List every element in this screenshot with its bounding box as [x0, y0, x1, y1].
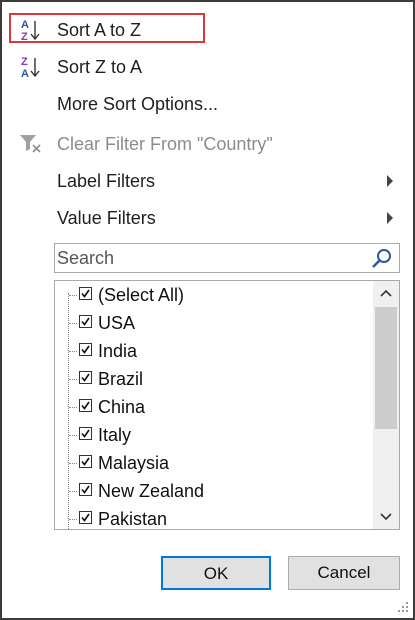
tree-connector [69, 351, 77, 352]
checkbox[interactable] [79, 427, 92, 440]
checklist-item-label: China [98, 397, 146, 417]
scroll-down-icon[interactable] [373, 505, 399, 529]
cancel-button[interactable]: Cancel [288, 556, 400, 590]
search-icon[interactable] [371, 248, 393, 270]
checklist-item-label: New Zealand [98, 481, 205, 501]
scrollbar-thumb[interactable] [375, 307, 397, 429]
checkbox[interactable] [79, 511, 92, 524]
checklist-item-label: USA [98, 313, 136, 333]
checkbox[interactable] [79, 455, 92, 468]
checkbox[interactable] [79, 399, 92, 412]
checklist-item[interactable]: USA [55, 309, 371, 337]
checkbox[interactable] [79, 315, 92, 328]
ok-button[interactable]: OK [161, 556, 271, 590]
checklist-item[interactable]: (Select All) [55, 281, 371, 309]
checkbox[interactable] [79, 483, 92, 496]
value-filters-label: Value Filters [57, 208, 156, 228]
checkbox[interactable] [79, 287, 92, 300]
filter-dropdown-panel: A Z Sort A to Z Z A Sort Z to A More Sor… [0, 0, 415, 620]
svg-text:A: A [21, 68, 29, 79]
checklist-item-label: Italy [98, 425, 132, 445]
checklist-item-label: (Select All) [98, 285, 185, 305]
menu-sort-z-to-a[interactable]: Z A Sort Z to A [4, 49, 406, 85]
sort-z-to-a-icon: Z A [18, 55, 44, 80]
vertical-scrollbar[interactable] [373, 281, 399, 529]
tree-connector [69, 407, 77, 408]
tree-connector [69, 323, 77, 324]
clear-filter-label: Clear Filter From "Country" [57, 134, 273, 154]
checklist-item-label: Pakistan [98, 509, 168, 529]
value-checklist: (Select All) USA India Brazil China Italy Mala… [54, 280, 400, 530]
checklist-item-label: Malaysia [98, 453, 170, 473]
checklist-item[interactable]: India [55, 337, 371, 365]
sort-z-to-a-label: Sort Z to A [57, 57, 143, 77]
checklist-item[interactable]: China [55, 393, 371, 421]
checklist-item[interactable]: Italy [55, 421, 371, 449]
tree-connector [69, 379, 77, 380]
tree-connector [69, 295, 77, 296]
menu-more-sort-options[interactable]: More Sort Options... [4, 86, 406, 122]
checklist-item-label: India [98, 341, 138, 361]
checkbox[interactable] [79, 343, 92, 356]
tree-connector [69, 491, 77, 492]
tree-connector [69, 435, 77, 436]
checklist-item[interactable]: Malaysia [55, 449, 371, 477]
scroll-up-icon[interactable] [373, 281, 399, 305]
tree-connector [69, 463, 77, 464]
checklist-item[interactable]: Pakistan [55, 505, 371, 529]
checkbox[interactable] [79, 371, 92, 384]
clear-filter-icon [18, 132, 44, 156]
search-box [54, 243, 400, 273]
tree-connector [69, 519, 77, 520]
checklist-item[interactable]: New Zealand [55, 477, 371, 505]
checklist-item-label: Brazil [98, 369, 144, 389]
menu-clear-filter[interactable]: Clear Filter From "Country" [4, 126, 406, 162]
highlight-annotation-box [9, 13, 205, 43]
menu-value-filters[interactable]: Value Filters [4, 200, 406, 236]
resize-grip-icon[interactable] [396, 600, 410, 614]
menu-label-filters[interactable]: Label Filters [4, 163, 406, 199]
search-input[interactable] [57, 245, 367, 271]
more-sort-options-label: More Sort Options... [57, 94, 219, 114]
label-filters-label: Label Filters [57, 171, 156, 191]
svg-text:Z: Z [21, 56, 28, 68]
checklist-item[interactable]: Brazil [55, 365, 371, 393]
